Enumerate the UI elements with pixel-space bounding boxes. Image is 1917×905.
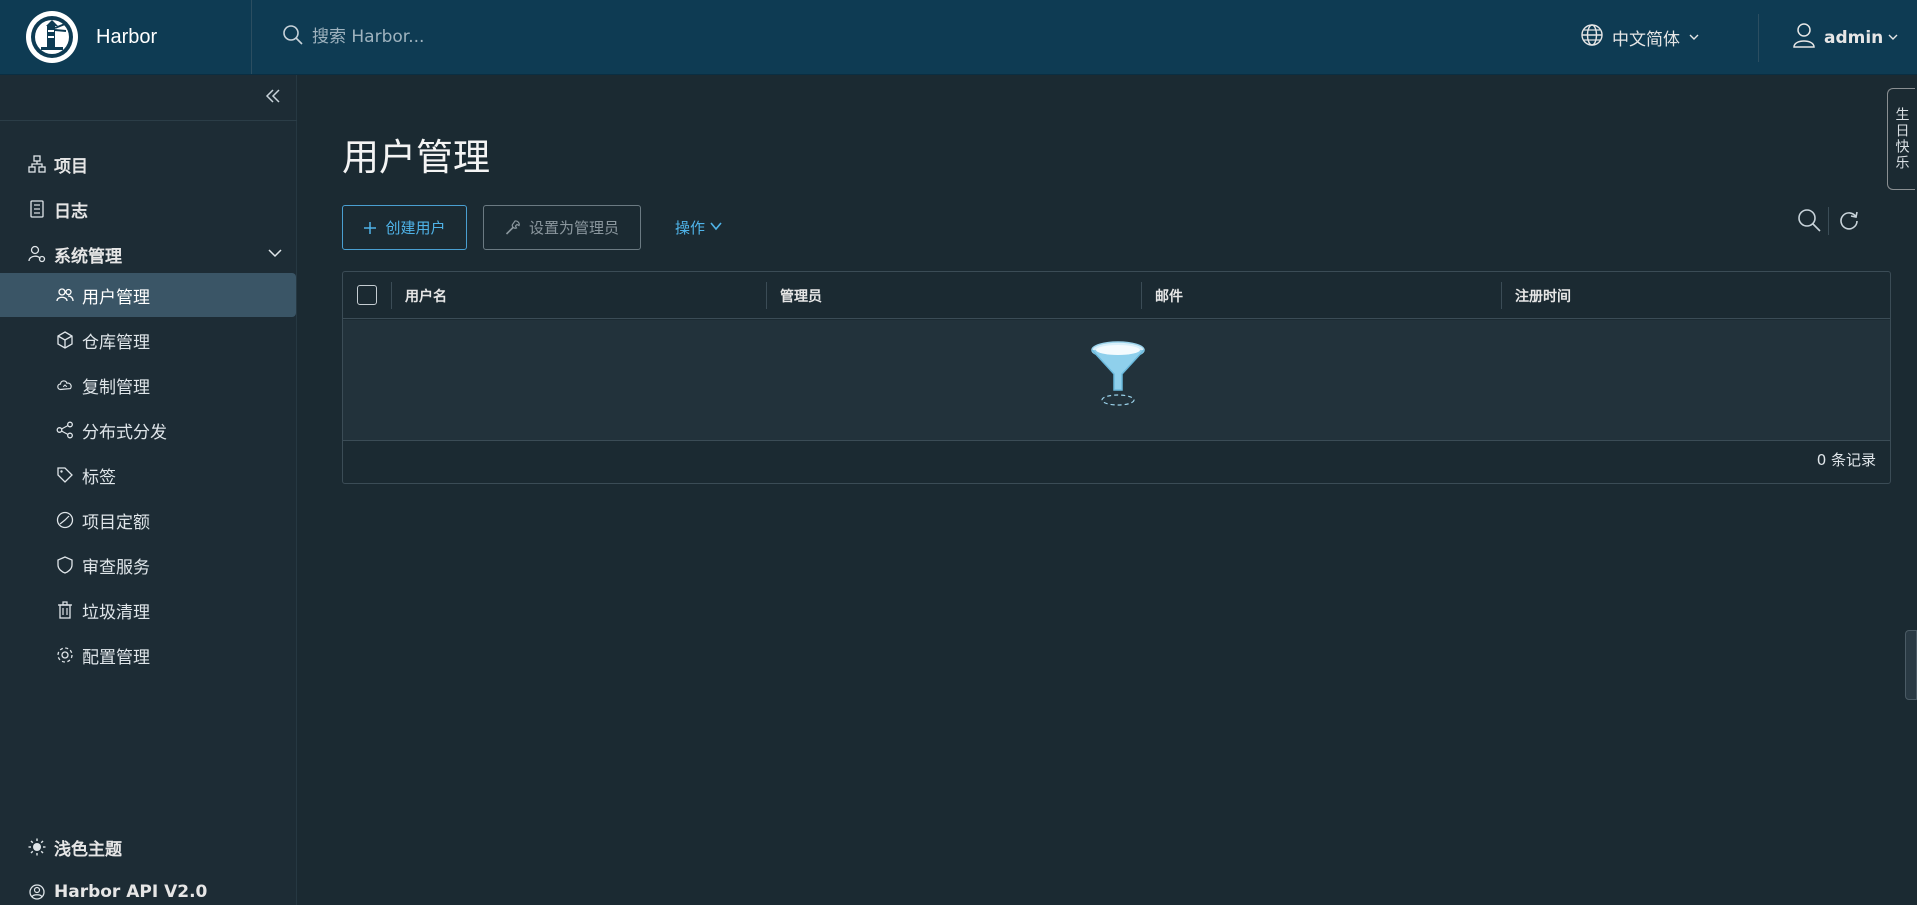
- toolbar-divider: [1828, 207, 1829, 235]
- trash-icon: [56, 601, 74, 619]
- side-tab[interactable]: 生日快乐: [1887, 88, 1915, 190]
- user-menu[interactable]: admin: [1792, 0, 1899, 75]
- sidebar-item-config[interactable]: 配置管理: [0, 633, 297, 677]
- api-link[interactable]: Harbor API V2.0: [0, 872, 297, 905]
- chevron-down-icon: [709, 219, 723, 237]
- sidebar-item-projects[interactable]: 项目: [0, 142, 297, 186]
- sidebar-item-logs[interactable]: 日志: [0, 187, 297, 231]
- datagrid-header: 用户名 管理员 邮件 注册时间: [343, 272, 1890, 319]
- logs-icon: [28, 200, 46, 218]
- set-admin-button[interactable]: 设置为管理员: [483, 205, 641, 250]
- user-icon: [1792, 22, 1816, 53]
- record-count: 0 条记录: [1816, 451, 1876, 469]
- actions-dropdown[interactable]: 操作: [675, 205, 727, 250]
- system-admin-icon: [28, 245, 46, 263]
- chevron-down-icon: [267, 245, 283, 266]
- sidebar-item-label: 垃圾清理: [82, 602, 150, 623]
- page-title: 用户管理: [342, 136, 490, 179]
- quota-icon: [56, 511, 74, 529]
- datagrid-body: [343, 320, 1890, 441]
- sidebar-item-label: 日志: [54, 201, 88, 222]
- plus-icon: [363, 221, 377, 235]
- column-header-username[interactable]: 用户名: [393, 272, 447, 319]
- brand-name: Harbor: [96, 25, 158, 48]
- set-admin-label: 设置为管理员: [528, 219, 619, 237]
- refresh-icon[interactable]: [1836, 207, 1862, 237]
- side-widget-handle[interactable]: [1905, 630, 1917, 700]
- globe-icon: [1580, 23, 1604, 52]
- sidebar-item-registries[interactable]: 仓库管理: [0, 318, 297, 362]
- global-search: [252, 0, 952, 74]
- api-label: Harbor API V2.0: [54, 882, 208, 902]
- sidebar-divider: [0, 120, 297, 121]
- sidebar-item-label: 复制管理: [82, 377, 150, 398]
- theme-toggle[interactable]: 浅色主题: [0, 827, 297, 867]
- sun-icon: [28, 838, 46, 856]
- sidebar-item-users[interactable]: 用户管理: [0, 273, 296, 317]
- filter-funnel-icon: [1086, 338, 1150, 412]
- sidebar-item-label: 分布式分发: [82, 422, 167, 443]
- gear-icon: [56, 646, 74, 664]
- column-header-created[interactable]: 注册时间: [1503, 272, 1571, 319]
- chevron-down-icon: [1887, 28, 1899, 48]
- sidebar-item-label: 用户管理: [82, 287, 150, 308]
- sidebar-item-label: 审查服务: [82, 557, 150, 578]
- search-icon: [282, 24, 304, 50]
- sidebar-item-label: 仓库管理: [82, 332, 150, 353]
- column-divider: [391, 282, 392, 309]
- sidebar-item-label: 项目定额: [82, 512, 150, 533]
- header-divider: [1758, 14, 1759, 62]
- sidebar-item-label: 项目: [54, 156, 88, 177]
- shield-icon: [56, 556, 74, 574]
- column-divider: [1501, 282, 1502, 309]
- users-datagrid: 用户名 管理员 邮件 注册时间 0 条记录: [342, 271, 1891, 484]
- column-divider: [1141, 282, 1142, 309]
- api-icon: [28, 883, 46, 901]
- sidebar-item-distribution[interactable]: 分布式分发: [0, 408, 297, 452]
- create-user-label: 创建用户: [385, 219, 446, 237]
- sidebar-item-label: 标签: [82, 467, 116, 488]
- users-icon: [56, 286, 74, 304]
- harbor-logo-icon: [26, 11, 78, 63]
- sidebar-item-label: 配置管理: [82, 647, 150, 668]
- select-all-checkbox[interactable]: [357, 285, 377, 305]
- top-nav: Harbor 中文简体 admin: [0, 0, 1917, 75]
- sidebar: 项目 日志 系统管理 用户管理 仓库管理 复制管理 分布式分发 标签 项目定额 …: [0, 75, 297, 905]
- sidebar-item-gc[interactable]: 垃圾清理: [0, 588, 297, 632]
- username: admin: [1824, 27, 1884, 48]
- share-icon: [56, 421, 74, 439]
- search-icon[interactable]: [1796, 207, 1822, 237]
- sidebar-item-interrogation[interactable]: 审查服务: [0, 543, 297, 587]
- sidebar-item-label: 系统管理: [54, 246, 122, 267]
- chevron-down-icon: [1688, 28, 1700, 48]
- column-header-admin[interactable]: 管理员: [768, 272, 822, 319]
- tag-icon: [56, 466, 74, 484]
- language-label: 中文简体: [1612, 30, 1680, 50]
- create-user-button[interactable]: 创建用户: [342, 205, 467, 250]
- brand[interactable]: Harbor: [0, 0, 252, 74]
- sidebar-item-quotas[interactable]: 项目定额: [0, 498, 297, 542]
- theme-label: 浅色主题: [54, 839, 122, 860]
- cloud-icon: [56, 376, 74, 394]
- box-icon: [56, 331, 74, 349]
- search-input[interactable]: [312, 27, 712, 47]
- projects-icon: [28, 155, 46, 173]
- sidebar-item-labels[interactable]: 标签: [0, 453, 297, 497]
- actions-label: 操作: [675, 219, 706, 237]
- column-header-email[interactable]: 邮件: [1143, 272, 1183, 319]
- collapse-sidebar-icon[interactable]: [264, 87, 282, 109]
- sidebar-item-system-admin[interactable]: 系统管理: [0, 232, 297, 276]
- language-selector[interactable]: 中文简体: [1580, 0, 1700, 75]
- column-divider: [766, 282, 767, 309]
- main-content: 用户管理 创建用户 设置为管理员 操作 用户名 管理员 邮件 注册时间 0 条记…: [298, 75, 1917, 905]
- sidebar-item-replications[interactable]: 复制管理: [0, 363, 297, 407]
- wrench-icon: [505, 219, 521, 236]
